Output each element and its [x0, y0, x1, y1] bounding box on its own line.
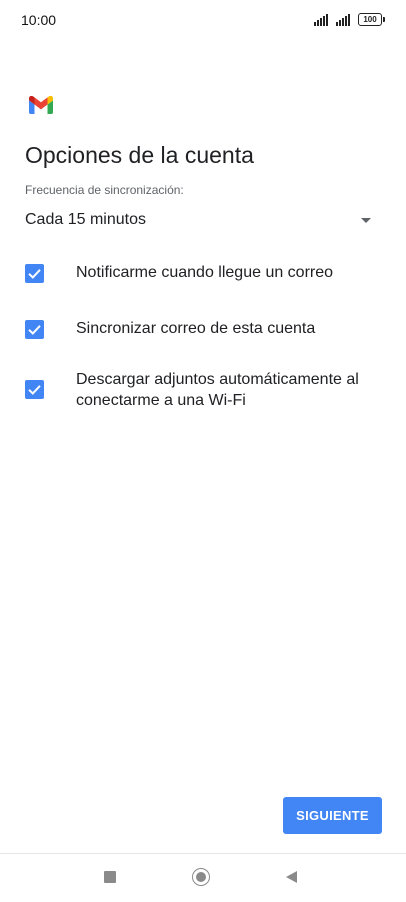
check-icon — [28, 385, 41, 395]
next-button[interactable]: SIGUIENTE — [283, 797, 382, 834]
sync-frequency-value: Cada 15 minutos — [25, 211, 146, 228]
battery-icon: 100 — [358, 13, 385, 26]
page-title: Opciones de la cuenta — [25, 142, 254, 168]
navigation-bar — [0, 854, 406, 902]
status-time: 10:00 — [21, 12, 57, 28]
home-icon[interactable] — [192, 868, 210, 886]
signal-icon — [336, 14, 350, 26]
account-options-screen: 10:00 100 Opciones de la cuenta Frecuenc… — [0, 0, 406, 902]
sync-frequency-select[interactable]: Cada 15 minutos — [25, 208, 375, 236]
recents-icon[interactable] — [104, 871, 116, 883]
option-label: Notificarme cuando llegue un correo — [76, 264, 334, 281]
notify-checkbox[interactable] — [25, 264, 44, 283]
sync-frequency-label: Frecuencia de sincronización: — [25, 183, 184, 197]
dropdown-arrow-icon — [361, 218, 371, 223]
gmail-logo-icon — [29, 96, 53, 114]
check-icon — [28, 269, 41, 279]
back-icon[interactable] — [286, 871, 297, 883]
status-bar: 10:00 100 — [0, 0, 406, 40]
sync-checkbox[interactable] — [25, 320, 44, 339]
option-label: Descargar adjuntos automáticamente al co… — [76, 371, 359, 409]
check-icon — [28, 325, 41, 335]
option-label: Sincronizar correo de esta cuenta — [76, 320, 316, 337]
battery-level: 100 — [363, 15, 377, 24]
status-icons: 100 — [314, 13, 385, 26]
signal-icon — [314, 14, 328, 26]
download-attachments-checkbox[interactable] — [25, 380, 44, 399]
